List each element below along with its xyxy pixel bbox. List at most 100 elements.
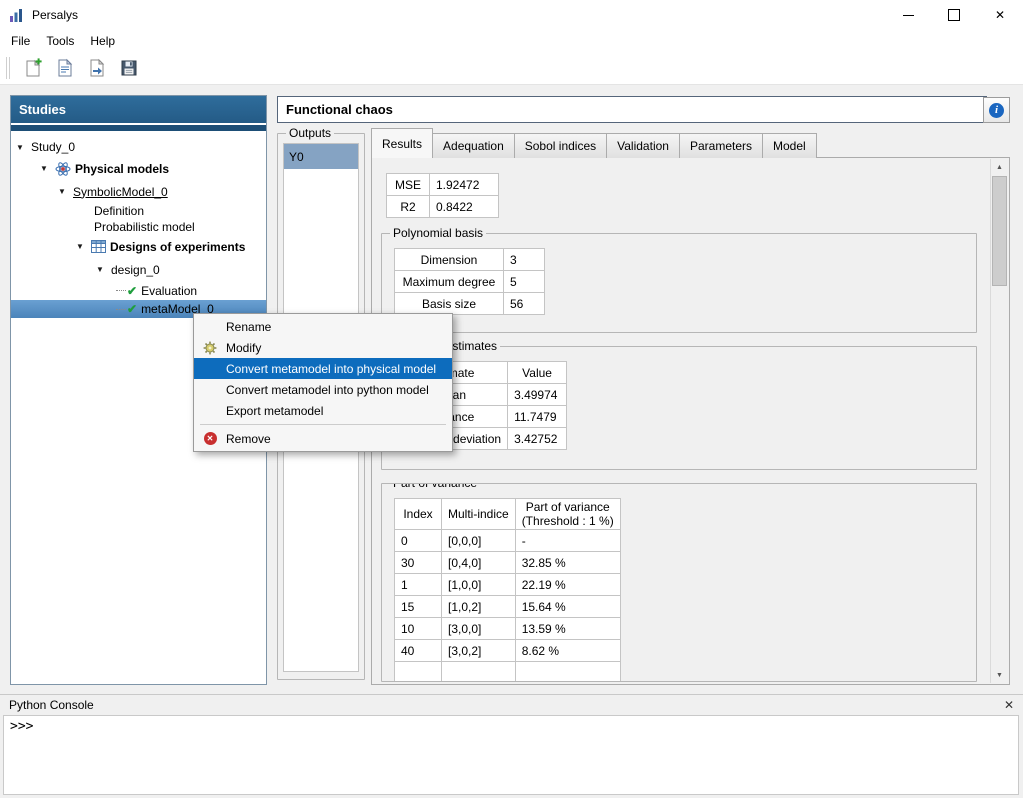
expand-arrow-icon[interactable]: ▼ xyxy=(40,164,55,173)
import-script-button[interactable] xyxy=(83,55,111,81)
table-header-cell: Part of variance (Threshold : 1 %) xyxy=(515,499,620,530)
table-header-cell: Index xyxy=(395,499,442,530)
tab-adequation[interactable]: Adequation xyxy=(432,133,515,158)
tab-sobol-indices[interactable]: Sobol indices xyxy=(514,133,607,158)
save-icon xyxy=(119,58,139,78)
polynomial-basis-group: Polynomial basis Dimension 3 Maximum deg… xyxy=(381,233,977,333)
minimize-button[interactable] xyxy=(885,0,931,30)
python-console-input[interactable]: >>> xyxy=(3,715,1019,795)
menu-item-modify[interactable]: Modify xyxy=(194,337,452,358)
new-study-button[interactable] xyxy=(19,55,47,81)
table-cell: Basis size xyxy=(395,293,504,315)
expand-arrow-icon[interactable]: ▼ xyxy=(76,242,91,251)
info-button[interactable]: i xyxy=(983,97,1010,123)
check-icon: ✔ xyxy=(127,302,137,316)
part-of-variance-table: Index Multi-indice Part of variance (Thr… xyxy=(394,498,621,682)
window-controls: ✕ xyxy=(885,0,1023,30)
app-logo-icon xyxy=(9,7,25,23)
table-cell: [1,0,0] xyxy=(442,574,516,596)
menu-icon-slot: ✕ xyxy=(194,432,226,445)
table-row: MSE 1.92472 xyxy=(387,174,499,196)
console-prompt: >>> xyxy=(10,719,33,734)
menu-file[interactable]: File xyxy=(3,31,38,51)
open-study-button[interactable] xyxy=(51,55,79,81)
tree-item-physical-models[interactable]: ▼ Physical models xyxy=(11,157,266,180)
tree-item-label: Designs of experiments xyxy=(110,240,245,254)
part-of-variance-group: Part of variance Index Multi-indice Part… xyxy=(381,483,977,682)
menu-item-convert-into-python-model[interactable]: Convert metamodel into python model xyxy=(194,379,452,400)
model-name-field[interactable]: Functional chaos xyxy=(277,96,987,123)
tree-item-designs-of-experiments[interactable]: ▼ Designs of experiments xyxy=(11,235,266,258)
tree-branch-line xyxy=(116,290,126,291)
menu-item-remove[interactable]: ✕ Remove xyxy=(194,428,452,449)
tab-validation[interactable]: Validation xyxy=(606,133,680,158)
context-menu: Rename Modify Convert metamodel i xyxy=(193,313,453,452)
table-cell: Dimension xyxy=(395,249,504,271)
tree-item-symbolicmodel-0[interactable]: ▼ SymbolicModel_0 xyxy=(11,180,266,203)
table-row: Maximum degree 5 xyxy=(395,271,545,293)
table-row-clipped xyxy=(395,662,621,683)
close-button[interactable]: ✕ xyxy=(977,0,1023,30)
menu-item-export-metamodel[interactable]: Export metamodel xyxy=(194,400,452,421)
maximize-icon xyxy=(948,9,960,21)
expand-arrow-icon[interactable]: ▼ xyxy=(58,187,73,196)
import-script-icon xyxy=(87,58,107,78)
table-cell: MSE xyxy=(387,174,430,196)
tree-item-probabilistic-model[interactable]: Probabilistic model xyxy=(11,219,266,235)
menu-item-label: Rename xyxy=(226,320,271,334)
tree-branch-line xyxy=(116,309,126,310)
header-line-2: (Threshold : 1 %) xyxy=(522,514,614,528)
save-button[interactable] xyxy=(115,55,143,81)
tab-results[interactable]: Results xyxy=(371,128,433,158)
tab-model[interactable]: Model xyxy=(762,133,817,158)
table-cell: 0 xyxy=(395,530,442,552)
expand-arrow-icon[interactable]: ▼ xyxy=(96,265,111,274)
close-icon: ✕ xyxy=(995,9,1005,21)
tree-item-evaluation[interactable]: ✔ Evaluation xyxy=(11,281,266,300)
studies-tree: ▼ Study_0 ▼ Physical models ▼ Symbolic xyxy=(11,131,266,318)
table-cell: R2 xyxy=(387,196,430,218)
tree-item-definition[interactable]: Definition xyxy=(11,203,266,219)
table-header-cell: Value xyxy=(508,362,567,384)
remove-icon: ✕ xyxy=(204,432,217,445)
table-cell: 11.7479 xyxy=(508,406,567,428)
menu-item-rename[interactable]: Rename xyxy=(194,316,452,337)
toolbar-grip[interactable] xyxy=(6,57,10,79)
moments-estimates-group: Moments estimates Estimate Value Mean 3.… xyxy=(381,346,977,470)
table-cell: 1.92472 xyxy=(430,174,499,196)
menu-item-convert-into-physical-model[interactable]: Convert metamodel into physical model xyxy=(194,358,452,379)
scroll-up-icon[interactable]: ▲ xyxy=(991,159,1008,175)
console-close-icon[interactable]: ✕ xyxy=(1004,698,1014,712)
atom-icon xyxy=(55,161,71,177)
header-line-1: Part of variance xyxy=(522,500,614,514)
menu-tools[interactable]: Tools xyxy=(38,31,82,51)
scroll-down-icon[interactable]: ▼ xyxy=(991,667,1008,683)
table-cell: Maximum degree xyxy=(395,271,504,293)
tree-item-design-0[interactable]: ▼ design_0 xyxy=(11,258,266,281)
menu-separator xyxy=(200,424,446,425)
tree-item-study-0[interactable]: ▼ Study_0 xyxy=(11,137,266,157)
tab-parameters[interactable]: Parameters xyxy=(679,133,763,158)
menu-help[interactable]: Help xyxy=(82,31,123,51)
persalys-window: Persalys ✕ File Tools Help xyxy=(0,0,1023,798)
menu-bar: File Tools Help xyxy=(0,30,1023,52)
python-console-title: Python Console xyxy=(9,698,94,712)
tree-item-label: Probabilistic model xyxy=(94,220,195,234)
menu-item-label: Modify xyxy=(226,341,261,355)
maximize-button[interactable] xyxy=(931,0,977,30)
expand-arrow-icon[interactable]: ▼ xyxy=(16,143,31,152)
table-cell xyxy=(442,662,516,683)
table-cell: 15 xyxy=(395,596,442,618)
table-row: Basis size 56 xyxy=(395,293,545,315)
table-cell: 15.64 % xyxy=(515,596,620,618)
title-bar: Persalys ✕ xyxy=(0,0,1023,30)
new-study-icon xyxy=(23,58,43,78)
vertical-scrollbar[interactable]: ▲ ▼ xyxy=(990,159,1008,683)
table-row: 30 [0,4,0] 32.85 % xyxy=(395,552,621,574)
output-item-y0[interactable]: Y0 xyxy=(284,144,358,169)
table-cell: [3,0,2] xyxy=(442,640,516,662)
table-cell: 1 xyxy=(395,574,442,596)
menu-item-label: Convert metamodel into python model xyxy=(226,383,429,397)
scrollbar-thumb[interactable] xyxy=(992,176,1007,286)
table-cell: [1,0,2] xyxy=(442,596,516,618)
